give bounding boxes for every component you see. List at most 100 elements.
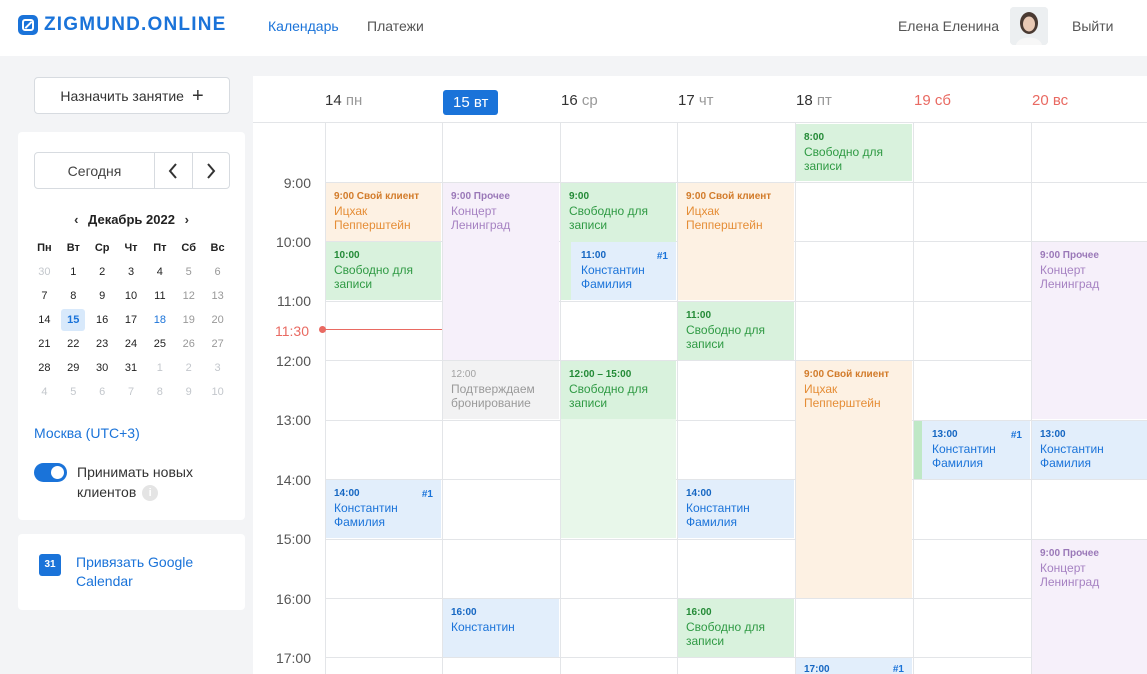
- avatar[interactable]: [1010, 7, 1048, 45]
- mini-calendar-day[interactable]: 7: [117, 380, 146, 404]
- date-nav: Сегодня: [34, 152, 230, 189]
- day-header-sat[interactable]: 19 сб: [914, 92, 951, 109]
- google-calendar-panel: 31 Привязать Google Calendar: [18, 534, 245, 610]
- event-card[interactable]: 11:00 #1 Константин Фамилия: [571, 242, 676, 300]
- mini-calendar-day[interactable]: 11: [145, 284, 174, 308]
- mini-calendar-day[interactable]: 1: [145, 356, 174, 380]
- mini-calendar-day[interactable]: 6: [88, 380, 117, 404]
- mini-calendar-day[interactable]: 27: [203, 332, 232, 356]
- event-time: 12:00 – 15:00: [569, 369, 632, 380]
- nav-payments[interactable]: Платежи: [367, 18, 424, 34]
- mini-calendar-day[interactable]: 7: [30, 284, 59, 308]
- mini-calendar-day[interactable]: 30: [88, 356, 117, 380]
- event-card[interactable]: 9:00 Прочее Концерт Ленинград: [1032, 242, 1147, 419]
- prev-week-button[interactable]: [155, 153, 192, 188]
- prev-month-icon[interactable]: ‹: [74, 212, 78, 227]
- mini-calendar-day[interactable]: 19: [174, 308, 203, 332]
- now-time-label: 11:30: [275, 323, 309, 339]
- weekday-label: Пт: [153, 242, 167, 254]
- event-card[interactable]: 12:00 Подтверждаем бронирование: [443, 361, 559, 419]
- mini-calendar-day[interactable]: 8: [59, 284, 88, 308]
- mini-calendar-day[interactable]: 13: [203, 284, 232, 308]
- day-header-mon[interactable]: 14 пн: [325, 92, 362, 109]
- day-header-thu[interactable]: 17 чт: [678, 92, 714, 109]
- day-header-fri[interactable]: 18 пт: [796, 92, 832, 109]
- chevron-left-icon: [168, 162, 178, 179]
- mini-calendar-day[interactable]: 26: [174, 332, 203, 356]
- mini-calendar-day[interactable]: 30: [30, 260, 59, 284]
- mini-calendar-day[interactable]: 29: [59, 356, 88, 380]
- day-header-tue[interactable]: 15 вт: [443, 90, 499, 115]
- event-card[interactable]: 16:00 Свободно для записи: [678, 599, 794, 657]
- logo[interactable]: ZIGMUND.ONLINE: [18, 14, 227, 36]
- event-card[interactable]: 13:00 Константин Фамилия: [1032, 421, 1147, 479]
- event-card[interactable]: 9:00 Свой клиент Ицхак Пепперштейн: [678, 183, 794, 300]
- event-card[interactable]: 14:00 Константин Фамилия: [678, 480, 794, 538]
- mini-calendar-day[interactable]: 31: [117, 356, 146, 380]
- mini-calendar-week: 7 8 9 10 11 12 13: [30, 284, 232, 308]
- mini-calendar-day[interactable]: 17: [117, 308, 146, 332]
- grid-column-line: [913, 123, 914, 674]
- time-label: 17:00: [275, 650, 311, 666]
- mini-calendar-day[interactable]: 14: [30, 308, 59, 332]
- event-continuation[interactable]: [561, 419, 676, 538]
- event-card[interactable]: 14:00 #1 Константин Фамилия: [326, 480, 441, 538]
- mini-calendar-week: 28 29 30 31 1 2 3: [30, 356, 232, 380]
- mini-calendar-day[interactable]: 9: [88, 284, 117, 308]
- mini-calendar-day[interactable]: 4: [145, 260, 174, 284]
- mini-calendar-day[interactable]: 8: [145, 380, 174, 404]
- event-card[interactable]: 12:00 – 15:00 Свободно для записи: [561, 361, 676, 419]
- info-icon[interactable]: i: [142, 485, 159, 502]
- nav-calendar[interactable]: Календарь: [268, 18, 339, 34]
- event-time: 8:00: [804, 132, 825, 143]
- mini-calendar-day[interactable]: 10: [117, 284, 146, 308]
- mini-calendar-day[interactable]: 4: [30, 380, 59, 404]
- event-card[interactable]: 9:00 Свой клиент Ицхак Пепперштейн: [796, 361, 912, 598]
- user-name[interactable]: Елена Еленина: [898, 18, 999, 34]
- timezone-link[interactable]: Москва (UTC+3): [34, 425, 140, 441]
- grid-line: [325, 657, 1147, 658]
- event-card[interactable]: 8:00 Свободно для записи: [796, 124, 912, 181]
- next-week-button[interactable]: [191, 153, 230, 188]
- event-card[interactable]: 9:00 Прочее Концерт Ленинград: [443, 183, 559, 360]
- mini-calendar-day[interactable]: 3: [117, 260, 146, 284]
- mini-calendar-day[interactable]: 1: [59, 260, 88, 284]
- mini-calendar-day[interactable]: 9: [174, 380, 203, 404]
- today-button[interactable]: Сегодня: [35, 153, 155, 188]
- mini-calendar-day[interactable]: 18: [145, 308, 174, 332]
- mini-calendar-day[interactable]: 5: [59, 380, 88, 404]
- next-month-icon[interactable]: ›: [185, 212, 189, 227]
- mini-calendar-day[interactable]: 3: [203, 356, 232, 380]
- event-card[interactable]: 13:00 #1 Константин Фамилия: [914, 421, 1030, 479]
- assign-session-button[interactable]: Назначить занятие +: [34, 77, 230, 114]
- mini-calendar-day[interactable]: 10: [203, 380, 232, 404]
- event-card[interactable]: 10:00 Свободно для записи: [326, 242, 441, 300]
- event-card[interactable]: 17:00 #1: [796, 658, 912, 674]
- mini-calendar-day[interactable]: 15: [59, 308, 88, 332]
- mini-calendar-day[interactable]: 24: [117, 332, 146, 356]
- day-header-wed[interactable]: 16 ср: [561, 92, 598, 109]
- mini-calendar-day[interactable]: 5: [174, 260, 203, 284]
- day-header-sun[interactable]: 20 вс: [1032, 92, 1068, 109]
- mini-calendar-day[interactable]: 21: [30, 332, 59, 356]
- event-card[interactable]: 9:00 Свой клиент Ицхак Пепперштейн: [326, 183, 441, 241]
- day-dow: сб: [934, 92, 951, 109]
- event-card[interactable]: 16:00 Константин: [443, 599, 559, 657]
- event-card[interactable]: 9:00 Прочее Концерт Ленинград: [1032, 540, 1147, 674]
- mini-calendar-day[interactable]: 28: [30, 356, 59, 380]
- event-time: 13:00: [932, 429, 958, 440]
- mini-calendar-day[interactable]: 16: [88, 308, 117, 332]
- mini-calendar-day[interactable]: 6: [203, 260, 232, 284]
- link-google-calendar[interactable]: Привязать Google Calendar: [76, 553, 206, 591]
- mini-calendar-day[interactable]: 25: [145, 332, 174, 356]
- logout-link[interactable]: Выйти: [1072, 18, 1113, 34]
- mini-calendar-day[interactable]: 23: [88, 332, 117, 356]
- mini-calendar-day[interactable]: 22: [59, 332, 88, 356]
- event-card[interactable]: 11:00 Свободно для записи: [678, 302, 794, 360]
- mini-calendar-day[interactable]: 2: [88, 260, 117, 284]
- accept-clients-toggle[interactable]: [34, 463, 67, 482]
- event-time: 9:00 Свой клиент: [334, 191, 420, 202]
- mini-calendar-day[interactable]: 2: [174, 356, 203, 380]
- mini-calendar-day[interactable]: 12: [174, 284, 203, 308]
- mini-calendar-day[interactable]: 20: [203, 308, 232, 332]
